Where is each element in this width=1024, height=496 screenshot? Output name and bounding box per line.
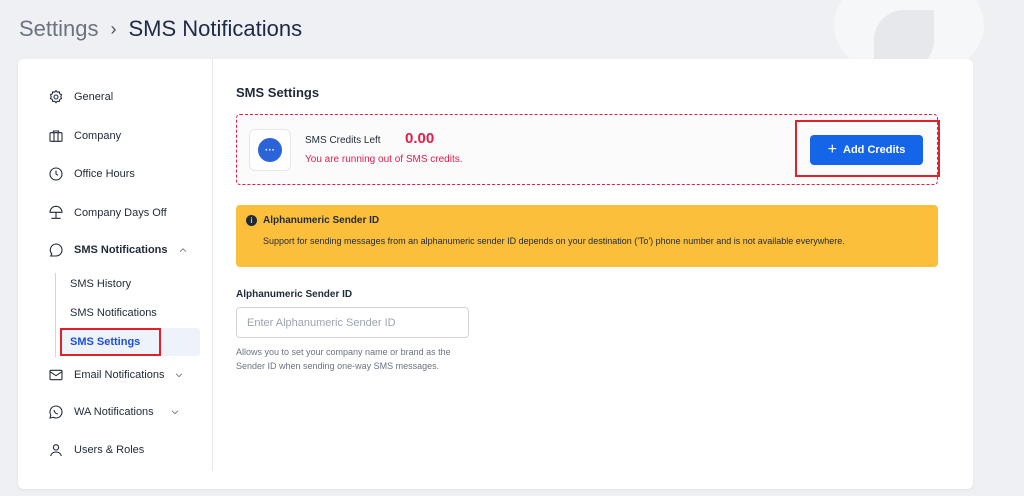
info-icon: i xyxy=(246,215,257,226)
sidebar-item-label: WA Notifications xyxy=(74,406,154,418)
sidebar-item-label: General xyxy=(74,91,114,103)
breadcrumb-root[interactable]: Settings xyxy=(19,16,99,42)
section-title: SMS Settings xyxy=(236,85,320,100)
settings-card: General Company Office Hours Company Day… xyxy=(18,59,973,489)
sidebar-item-label: Company Days Off xyxy=(74,207,167,219)
sms-settings-panel: SMS Settings ··· SMS Credits Left 0.00 Y… xyxy=(236,59,956,479)
message-bubble-icon: ··· xyxy=(258,138,282,162)
sidebar-item-wa-notifications[interactable]: WA Notifications xyxy=(48,399,180,425)
sidebar-item-office-hours[interactable]: Office Hours xyxy=(48,161,135,187)
breadcrumb: Settings › SMS Notifications xyxy=(19,14,302,44)
sender-id-help: Allows you to set your company name or b… xyxy=(236,347,451,371)
briefcase-icon xyxy=(49,130,63,142)
sidebar-item-company[interactable]: Company xyxy=(48,123,121,149)
user-icon xyxy=(50,444,62,457)
beach-umbrella-icon xyxy=(49,205,63,219)
sidebar-item-label: Users & Roles xyxy=(74,444,145,456)
info-text: Support for sending messages from an alp… xyxy=(263,236,845,246)
breadcrumb-separator: › xyxy=(110,18,117,39)
submenu-guide-line xyxy=(55,273,56,357)
sms-credits-icon-wrap: ··· xyxy=(249,129,291,171)
chevron-up-icon xyxy=(179,248,186,252)
sidebar-item-label: Email Notifications xyxy=(74,369,165,381)
message-icon xyxy=(49,243,63,257)
plus-icon: + xyxy=(827,141,837,158)
sidebar-item-label: Office Hours xyxy=(74,168,135,180)
info-banner: i Alphanumeric Sender ID Support for sen… xyxy=(236,205,938,267)
sidebar-item-email-notifications[interactable]: Email Notifications xyxy=(48,362,184,388)
mail-icon xyxy=(49,369,63,381)
credits-warning: You are running out of SMS credits. xyxy=(305,154,463,165)
sms-credits-box: ··· SMS Credits Left 0.00 You are runnin… xyxy=(236,114,940,185)
credits-label: SMS Credits Left xyxy=(305,135,381,146)
sidebar-item-company-days-off[interactable]: Company Days Off xyxy=(48,200,167,226)
whatsapp-icon xyxy=(49,405,63,419)
page-title: SMS Notifications xyxy=(128,16,303,41)
sidebar-subitem-sms-history[interactable]: SMS History xyxy=(61,270,200,298)
sender-id-input[interactable] xyxy=(236,307,469,338)
sidebar-item-label: SMS Notifications xyxy=(74,244,168,256)
sidebar-item-general[interactable]: General xyxy=(48,84,113,110)
chevron-down-icon xyxy=(171,410,178,415)
sidebar-subitem-sms-notifications[interactable]: SMS Notifications xyxy=(61,299,200,327)
sidebar-subitem-sms-settings[interactable]: SMS Settings xyxy=(61,328,200,356)
sidebar-item-users-roles[interactable]: Users & Roles xyxy=(48,437,144,463)
sidebar-item-sms-notifications[interactable]: SMS Notifications xyxy=(48,237,188,263)
gear-icon xyxy=(49,89,63,104)
add-credits-button[interactable]: + Add Credits xyxy=(810,135,923,165)
settings-sidebar: General Company Office Hours Company Day… xyxy=(18,59,213,471)
credits-value: 0.00 xyxy=(405,130,435,147)
chevron-down-icon xyxy=(176,373,183,378)
info-title: Alphanumeric Sender ID xyxy=(263,215,380,226)
clock-icon xyxy=(49,167,63,181)
add-credits-label: Add Credits xyxy=(843,144,906,156)
sidebar-item-label: Company xyxy=(74,130,122,142)
sender-id-label: Alphanumeric Sender ID xyxy=(236,289,353,300)
